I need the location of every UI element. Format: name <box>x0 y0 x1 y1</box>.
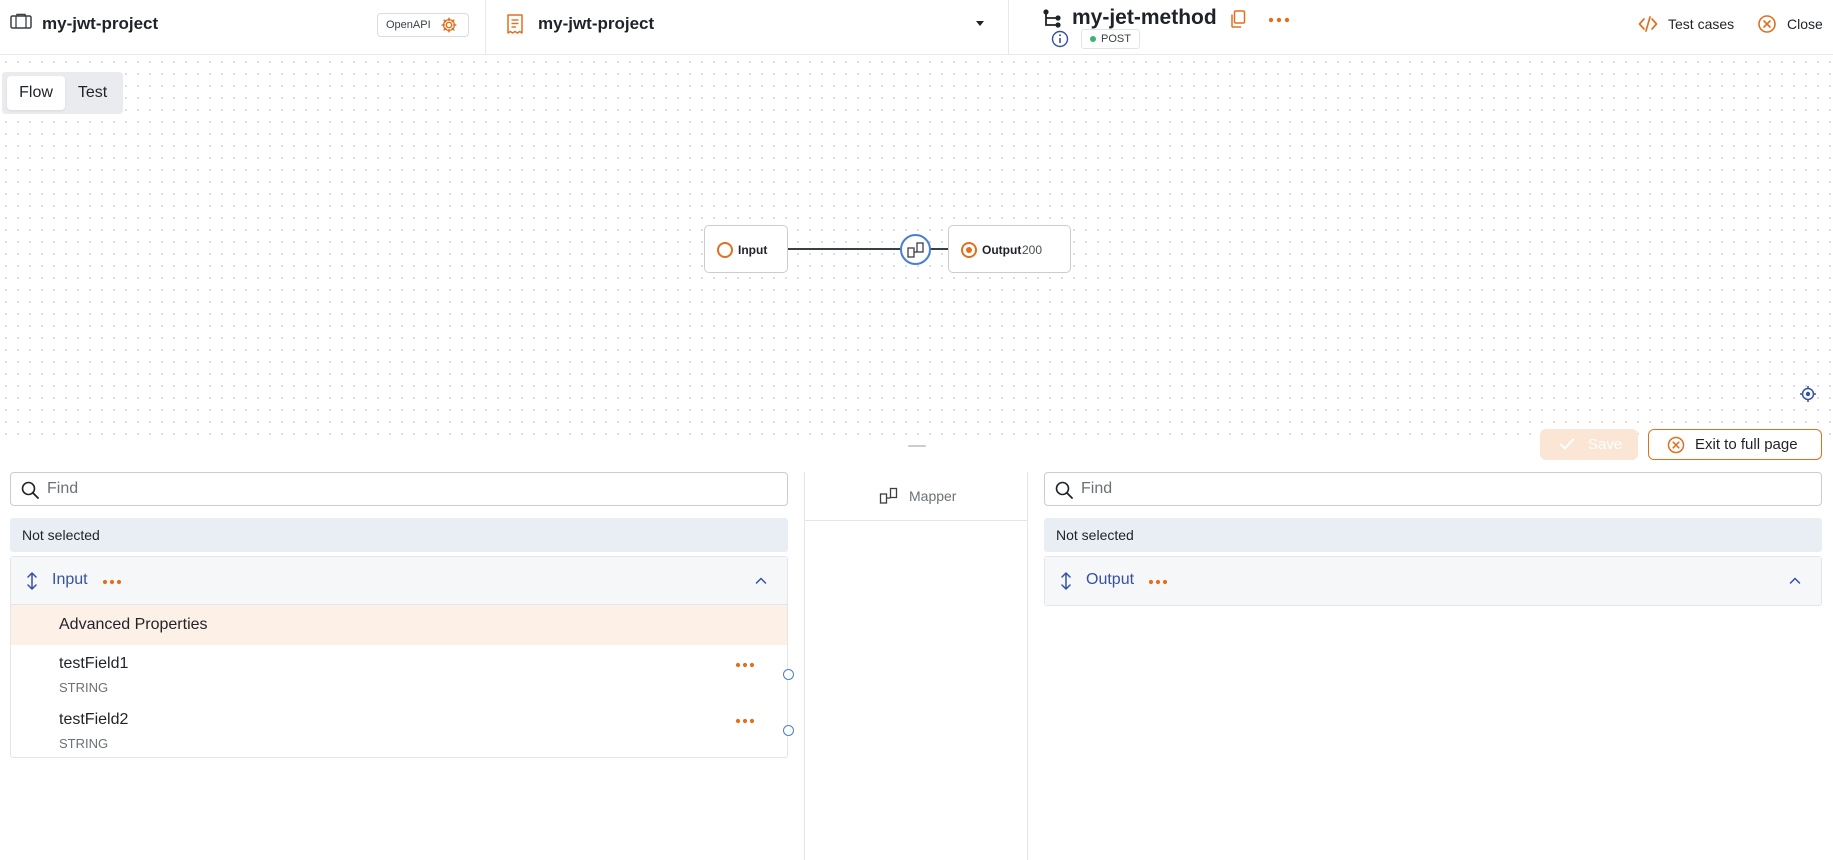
locate-icon[interactable] <box>1799 385 1817 403</box>
project-title: my-jwt-project <box>42 14 159 33</box>
input-root-label: Input <box>52 571 88 588</box>
exit-full-page-button[interactable]: Exit to full page <box>1648 429 1822 460</box>
mapper-label: Mapper <box>909 488 957 504</box>
field-row[interactable]: testField2 STRING <box>11 701 794 757</box>
save-label: Save <box>1588 436 1623 453</box>
selector-title: my-jwt-project <box>538 14 655 33</box>
output-root-label: Output <box>1086 571 1135 588</box>
close-label: Close <box>1787 16 1823 32</box>
output-tree-root[interactable]: Output <box>1045 557 1821 605</box>
sort-icon[interactable] <box>1059 572 1073 590</box>
exit-full-page-label: Exit to full page <box>1695 436 1798 453</box>
briefcase-icon <box>10 13 32 29</box>
mapper-column: Mapper <box>804 472 1028 860</box>
selection-status: Not selected <box>10 518 788 552</box>
openapi-settings-chip[interactable]: OpenAPI <box>377 13 469 37</box>
code-icon <box>1638 16 1658 32</box>
gear-icon[interactable] <box>440 16 458 34</box>
document-icon <box>507 14 523 34</box>
mode-switch: Flow Test <box>2 72 123 114</box>
panel-resize-handle[interactable] <box>908 445 926 447</box>
sort-icon[interactable] <box>25 572 39 590</box>
project-header: my-jwt-project OpenAPI <box>0 0 486 55</box>
save-button[interactable]: Save <box>1540 429 1638 460</box>
field-name: testField2 <box>59 711 129 728</box>
input-search-box[interactable] <box>10 472 788 506</box>
method-header: my-jet-method POST <box>1040 0 1440 55</box>
more-icon[interactable] <box>735 662 755 668</box>
http-method-badge: POST <box>1081 29 1140 49</box>
input-tree-root[interactable]: Input <box>11 557 787 605</box>
tab-test[interactable]: Test <box>65 76 120 110</box>
mapper-header: Mapper <box>805 472 1027 521</box>
output-tree: Output <box>1044 556 1822 606</box>
flow-icon <box>1043 9 1061 28</box>
field-row[interactable]: testField1 STRING <box>11 645 794 701</box>
project-selector[interactable]: my-jwt-project <box>486 0 1009 55</box>
mapper-icon <box>907 242 924 258</box>
more-icon[interactable] <box>102 579 122 585</box>
flow-canvas[interactable]: Flow Test Input Output 200 <box>0 56 1833 442</box>
output-search-field[interactable] <box>1081 478 1801 500</box>
mapper-node[interactable] <box>900 234 931 265</box>
input-search-field[interactable] <box>47 478 767 500</box>
input-tree: Input Advanced Properties testField1 STR… <box>10 556 794 758</box>
close-circle-icon <box>1758 15 1776 33</box>
field-type: STRING <box>59 680 109 695</box>
input-node[interactable]: Input <box>704 225 788 273</box>
info-icon[interactable] <box>1051 30 1069 48</box>
tab-flow[interactable]: Flow <box>7 76 65 110</box>
more-icon[interactable] <box>735 718 755 724</box>
more-icon[interactable] <box>1148 579 1168 585</box>
chevron-up-icon[interactable] <box>1789 575 1801 587</box>
advanced-properties-row[interactable]: Advanced Properties <box>11 605 787 645</box>
field-type: STRING <box>59 736 109 751</box>
test-cases-label: Test cases <box>1668 16 1735 32</box>
method-title: my-jet-method <box>1072 6 1217 29</box>
mapper-icon <box>879 487 898 504</box>
search-icon <box>21 481 39 499</box>
search-icon <box>1055 481 1073 499</box>
more-icon[interactable] <box>1268 17 1290 23</box>
input-node-label: Input <box>738 243 768 257</box>
check-icon <box>1560 438 1574 450</box>
chevron-up-icon[interactable] <box>755 575 767 587</box>
chevron-down-icon[interactable] <box>976 21 984 26</box>
output-node-icon <box>961 242 977 258</box>
field-connector-port[interactable] <box>783 669 794 680</box>
output-node[interactable]: Output 200 <box>948 225 1071 273</box>
selection-status: Not selected <box>1044 518 1822 552</box>
copy-icon[interactable] <box>1230 10 1246 28</box>
close-circle-icon <box>1667 436 1685 454</box>
output-node-label: Output <box>982 243 1022 257</box>
top-header: my-jwt-project OpenAPI my-jwt-project my <box>0 0 1833 55</box>
output-status-code: 200 <box>1022 243 1043 257</box>
output-search-box[interactable] <box>1044 472 1822 506</box>
field-connector-port[interactable] <box>783 725 794 736</box>
input-node-icon <box>717 242 733 258</box>
field-name: testField1 <box>59 655 129 672</box>
openapi-label: OpenAPI <box>386 19 431 31</box>
